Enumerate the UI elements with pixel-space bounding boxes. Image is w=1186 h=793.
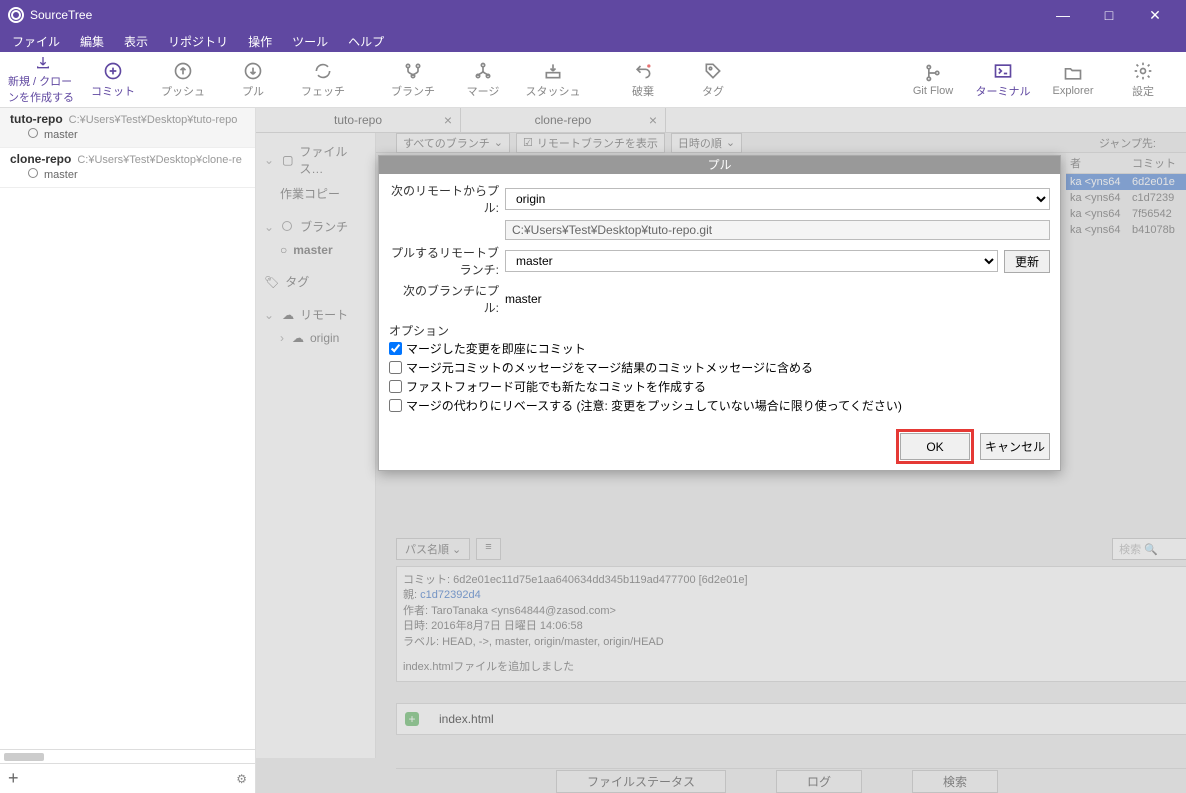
update-button[interactable]: 更新 <box>1004 250 1050 273</box>
explorer-label: Explorer <box>1053 85 1094 97</box>
repo-path: C:¥Users¥Test¥Desktop¥tuto-repo <box>69 114 238 126</box>
discard-button[interactable]: 破棄 <box>608 55 678 105</box>
opt-rebase[interactable]: マージの代わりにリベースする (注意: 変更をプッシュしていない場合に限り使って… <box>389 396 1050 415</box>
repo-item[interactable]: tuto-repo C:¥Users¥Test¥Desktop¥tuto-repo… <box>0 108 255 148</box>
branch-icon <box>403 61 423 81</box>
commit-button[interactable]: コミット <box>78 55 148 105</box>
settings-label: 設定 <box>1132 83 1154 99</box>
branch-glyph-icon <box>28 128 40 141</box>
remote-branch-label: プルするリモートブランチ: <box>389 244 499 278</box>
repo-branch: master <box>10 126 245 143</box>
stash-label: スタッシュ <box>526 83 581 99</box>
undo-icon <box>633 61 653 81</box>
close-button[interactable]: ✕ <box>1132 0 1178 30</box>
pull-dialog: プル 次のリモートからプル: origin プルするリモートブランチ: mast… <box>378 155 1061 471</box>
tag-label: タグ <box>702 83 724 99</box>
fetch-button[interactable]: フェッチ <box>288 55 358 105</box>
commit-label: コミット <box>91 83 135 99</box>
opt-include-message[interactable]: マージ元コミットのメッセージをマージ結果のコミットメッセージに含める <box>389 358 1050 377</box>
local-branch-label: 次のブランチにプル: <box>389 282 499 316</box>
opt-commit-merge[interactable]: マージした変更を即座にコミット <box>389 339 1050 358</box>
menu-file[interactable]: ファイル <box>4 31 68 52</box>
menu-actions[interactable]: 操作 <box>240 31 280 52</box>
app-logo-icon <box>8 7 24 23</box>
stash-button[interactable]: スタッシュ <box>518 55 588 105</box>
merge-label: マージ <box>467 83 500 99</box>
checkbox[interactable] <box>389 361 402 374</box>
repo-list: tuto-repo C:¥Users¥Test¥Desktop¥tuto-repo… <box>0 108 256 793</box>
branch-button[interactable]: ブランチ <box>378 55 448 105</box>
pull-button[interactable]: プル <box>218 55 288 105</box>
discard-label: 破棄 <box>632 83 654 99</box>
repo-name: clone-repo <box>10 152 71 166</box>
remote-branch-select[interactable]: master <box>505 250 998 272</box>
toolbar: 新規 / クローンを作成する コミット プッシュ プル フェッチ ブランチ マー… <box>0 52 1186 108</box>
local-branch-value: master <box>505 292 542 306</box>
new-clone-button[interactable]: 新規 / クローンを作成する <box>8 55 78 105</box>
arrow-up-icon <box>173 61 193 81</box>
options-label: オプション <box>389 322 1050 339</box>
folder-icon <box>1063 63 1083 83</box>
terminal-icon <box>993 61 1013 81</box>
ok-button[interactable]: OK <box>900 433 970 460</box>
new-clone-label: 新規 / クローンを作成する <box>8 73 78 105</box>
add-repo-button[interactable]: + <box>8 768 19 789</box>
stash-icon <box>543 61 563 81</box>
checkbox[interactable] <box>389 342 402 355</box>
menu-bar: ファイル 編集 表示 リポジトリ 操作 ツール ヘルプ <box>0 30 1186 52</box>
remote-select[interactable]: origin <box>505 188 1050 210</box>
merge-icon <box>473 61 493 81</box>
menu-help[interactable]: ヘルプ <box>340 31 392 52</box>
opt-no-ff[interactable]: ファストフォワード可能でも新たなコミットを作成する <box>389 377 1050 396</box>
download-icon <box>33 55 53 71</box>
settings-button[interactable]: 設定 <box>1108 55 1178 105</box>
terminal-button[interactable]: ターミナル <box>968 55 1038 105</box>
repolist-footer: + ⚙ <box>0 763 255 793</box>
maximize-button[interactable]: □ <box>1086 0 1132 30</box>
branch-glyph-icon <box>28 168 40 181</box>
tag-icon <box>703 61 723 81</box>
menu-view[interactable]: 表示 <box>116 31 156 52</box>
remote-path-input <box>505 220 1050 240</box>
remote-label: 次のリモートからプル: <box>389 182 499 216</box>
push-button[interactable]: プッシュ <box>148 55 218 105</box>
menu-tools[interactable]: ツール <box>284 31 336 52</box>
gitflow-icon <box>923 63 943 83</box>
push-label: プッシュ <box>161 83 205 99</box>
tag-button[interactable]: タグ <box>678 55 748 105</box>
checkbox[interactable] <box>389 399 402 412</box>
merge-button[interactable]: マージ <box>448 55 518 105</box>
title-bar: SourceTree — □ ✕ <box>0 0 1186 30</box>
gitflow-label: Git Flow <box>913 85 953 97</box>
gear-icon <box>1133 61 1153 81</box>
repo-branch: master <box>10 166 245 183</box>
repo-settings-button[interactable]: ⚙ <box>236 772 247 786</box>
menu-edit[interactable]: 編集 <box>72 31 112 52</box>
menu-repository[interactable]: リポジトリ <box>160 31 236 52</box>
checkbox[interactable] <box>389 380 402 393</box>
refresh-icon <box>313 61 333 81</box>
minimize-button[interactable]: — <box>1040 0 1086 30</box>
repo-name: tuto-repo <box>10 112 63 126</box>
pull-label: プル <box>242 83 264 99</box>
arrow-down-icon <box>243 61 263 81</box>
plus-circle-icon <box>103 61 123 81</box>
gitflow-button[interactable]: Git Flow <box>898 55 968 105</box>
app-title: SourceTree <box>30 8 1040 22</box>
cancel-button[interactable]: キャンセル <box>980 433 1050 460</box>
branch-label: ブランチ <box>391 83 435 99</box>
repo-path: C:¥Users¥Test¥Desktop¥clone-re <box>77 154 241 166</box>
terminal-label: ターミナル <box>976 83 1031 99</box>
dialog-title: プル <box>379 156 1060 174</box>
scrollbar-thumb[interactable] <box>4 753 44 761</box>
fetch-label: フェッチ <box>301 83 345 99</box>
repo-item[interactable]: clone-repo C:¥Users¥Test¥Desktop¥clone-re… <box>0 148 255 188</box>
explorer-button[interactable]: Explorer <box>1038 55 1108 105</box>
